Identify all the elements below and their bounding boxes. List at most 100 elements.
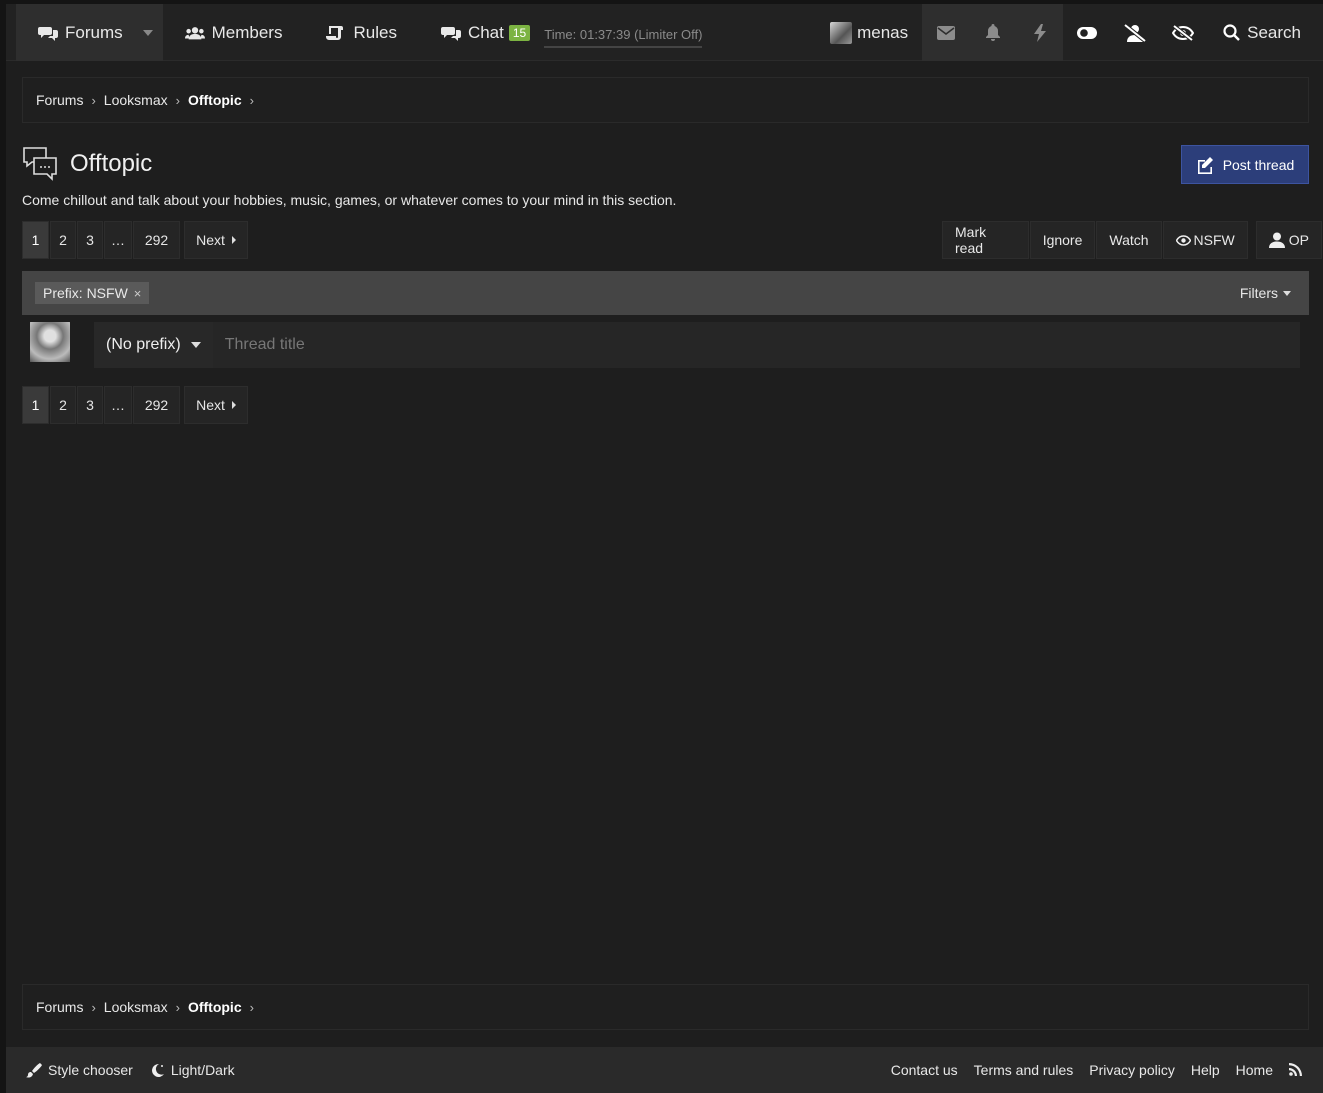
nav-members[interactable]: Members <box>163 4 305 61</box>
footer-link-home[interactable]: Home <box>1236 1062 1273 1078</box>
edit-icon <box>1197 156 1213 174</box>
bell-icon <box>985 24 1000 41</box>
chevron-right-icon: › <box>175 92 180 108</box>
page-1-link[interactable]: 1 <box>22 221 49 259</box>
op-filter-button[interactable]: OP <box>1255 221 1322 259</box>
page-3-link[interactable]: 3 <box>77 386 103 424</box>
toggle-icon <box>1077 26 1098 39</box>
breadcrumb-forums[interactable]: Forums <box>36 999 83 1015</box>
forum-actions: Mark read Ignore Watch NSFW OP <box>942 221 1323 259</box>
footer: Style chooser Light/Dark Contact us Term… <box>6 1047 1323 1093</box>
whats-new-button[interactable] <box>1016 4 1063 61</box>
quick-thread-row: (No prefix) <box>22 316 1309 374</box>
footer-left: Style chooser Light/Dark <box>26 1062 253 1078</box>
breadcrumb-offtopic[interactable]: Offtopic <box>188 92 242 108</box>
style-chooser-link[interactable]: Style chooser <box>26 1062 133 1078</box>
page-ellipsis[interactable]: … <box>104 221 132 259</box>
next-page-button[interactable]: Next <box>184 386 248 424</box>
conversations-button[interactable] <box>922 4 969 61</box>
nav-left: Forums Members Rules Chat 15 Time: 01:37… <box>16 4 703 61</box>
nav-forums[interactable]: Forums <box>16 4 163 61</box>
filters-button[interactable]: Filters <box>1240 285 1291 301</box>
breadcrumb-looksmax[interactable]: Looksmax <box>104 999 168 1015</box>
hide-users-button[interactable] <box>1111 4 1159 61</box>
footer-link-privacy[interactable]: Privacy policy <box>1089 1062 1175 1078</box>
paint-brush-icon <box>26 1063 42 1078</box>
nav-rules-label: Rules <box>353 22 397 42</box>
next-page-button[interactable]: Next <box>184 221 248 259</box>
avatar <box>830 21 853 44</box>
user-slash-icon <box>1124 23 1147 42</box>
footer-link-terms[interactable]: Terms and rules <box>974 1062 1074 1078</box>
caret-down-icon <box>190 342 201 348</box>
top-navigation: Forums Members Rules Chat 15 Time: 01:37… <box>6 4 1323 61</box>
prefix-select[interactable]: (No prefix) <box>94 322 213 368</box>
prefix-filter-tag[interactable]: Prefix: NSFW × <box>35 282 150 304</box>
nav-right: menas Search <box>822 4 1323 61</box>
nav-search[interactable]: Search <box>1207 4 1323 61</box>
nav-members-label: Members <box>211 22 283 42</box>
user-menu[interactable]: menas <box>822 4 922 61</box>
footer-links: Contact us Terms and rules Privacy polic… <box>875 1062 1303 1079</box>
nsfw-label: NSFW <box>1193 232 1235 248</box>
comments-icon <box>38 26 58 41</box>
style-chooser-label: Style chooser <box>48 1062 133 1078</box>
page-last-link[interactable]: 292 <box>133 386 180 424</box>
thread-title-input[interactable] <box>212 322 1300 368</box>
server-time: Time: 01:37:39 (Limiter Off) <box>544 27 703 48</box>
prefix-filter-label: Prefix: NSFW <box>43 285 128 301</box>
breadcrumb: Forums › Looksmax › Offtopic › <box>22 77 1309 123</box>
page-1-link[interactable]: 1 <box>22 386 49 424</box>
watch-button[interactable]: Watch <box>1096 221 1162 259</box>
caret-right-icon <box>231 401 236 409</box>
style-toggle-button[interactable] <box>1063 4 1111 61</box>
breadcrumb-forums[interactable]: Forums <box>36 92 83 108</box>
nav-chat[interactable]: Chat 15 <box>419 4 540 61</box>
close-icon[interactable]: × <box>134 286 142 301</box>
scroll-icon <box>326 25 344 40</box>
light-dark-toggle[interactable]: Light/Dark <box>151 1062 235 1078</box>
mark-read-button[interactable]: Mark read <box>942 221 1029 259</box>
page-2-link[interactable]: 2 <box>50 386 76 424</box>
post-thread-label: Post thread <box>1222 156 1295 173</box>
hide-images-button[interactable] <box>1159 4 1207 61</box>
quick-thread-box: (No prefix) <box>94 322 1300 368</box>
footer-link-help[interactable]: Help <box>1191 1062 1220 1078</box>
page-last-link[interactable]: 292 <box>133 221 180 259</box>
chevron-right-icon: › <box>249 92 254 108</box>
footer-link-contact[interactable]: Contact us <box>891 1062 958 1078</box>
nsfw-button[interactable]: NSFW <box>1162 221 1248 259</box>
filter-bar: Prefix: NSFW × Filters <box>22 271 1309 315</box>
window-frame-left <box>0 0 6 1093</box>
page-ellipsis[interactable]: … <box>104 386 132 424</box>
avatar <box>30 322 70 362</box>
page-2-link[interactable]: 2 <box>50 221 76 259</box>
page-3-link[interactable]: 3 <box>77 221 103 259</box>
breadcrumb-bottom: Forums › Looksmax › Offtopic › <box>22 984 1309 1030</box>
breadcrumb-offtopic[interactable]: Offtopic <box>188 999 242 1015</box>
chevron-right-icon: › <box>175 999 180 1015</box>
nav-chat-label: Chat <box>467 22 504 42</box>
nav-rules[interactable]: Rules <box>304 4 418 61</box>
page-header: Offtopic <box>22 146 152 182</box>
op-label: OP <box>1288 232 1309 248</box>
alerts-button[interactable] <box>969 4 1016 61</box>
pagination-top: 1 2 3 … 292 Next <box>22 221 249 259</box>
breadcrumb-looksmax[interactable]: Looksmax <box>104 92 168 108</box>
next-label: Next <box>196 397 225 413</box>
chevron-down-icon[interactable] <box>142 29 153 36</box>
user-icon-group <box>922 4 1064 61</box>
prefix-select-value: (No prefix) <box>106 336 181 353</box>
nav-forums-label: Forums <box>65 22 123 42</box>
caret-right-icon <box>231 236 236 244</box>
username: menas <box>857 22 909 42</box>
search-label: Search <box>1247 22 1301 42</box>
caret-down-icon <box>1283 290 1291 296</box>
eye-slash-icon <box>1172 24 1195 41</box>
search-icon <box>1223 24 1240 41</box>
ignore-button[interactable]: Ignore <box>1029 221 1096 259</box>
forum-comments-icon <box>23 147 57 181</box>
post-thread-button[interactable]: Post thread <box>1181 145 1309 184</box>
pagination-bottom: 1 2 3 … 292 Next <box>22 386 249 424</box>
rss-icon[interactable] <box>1289 1062 1303 1079</box>
